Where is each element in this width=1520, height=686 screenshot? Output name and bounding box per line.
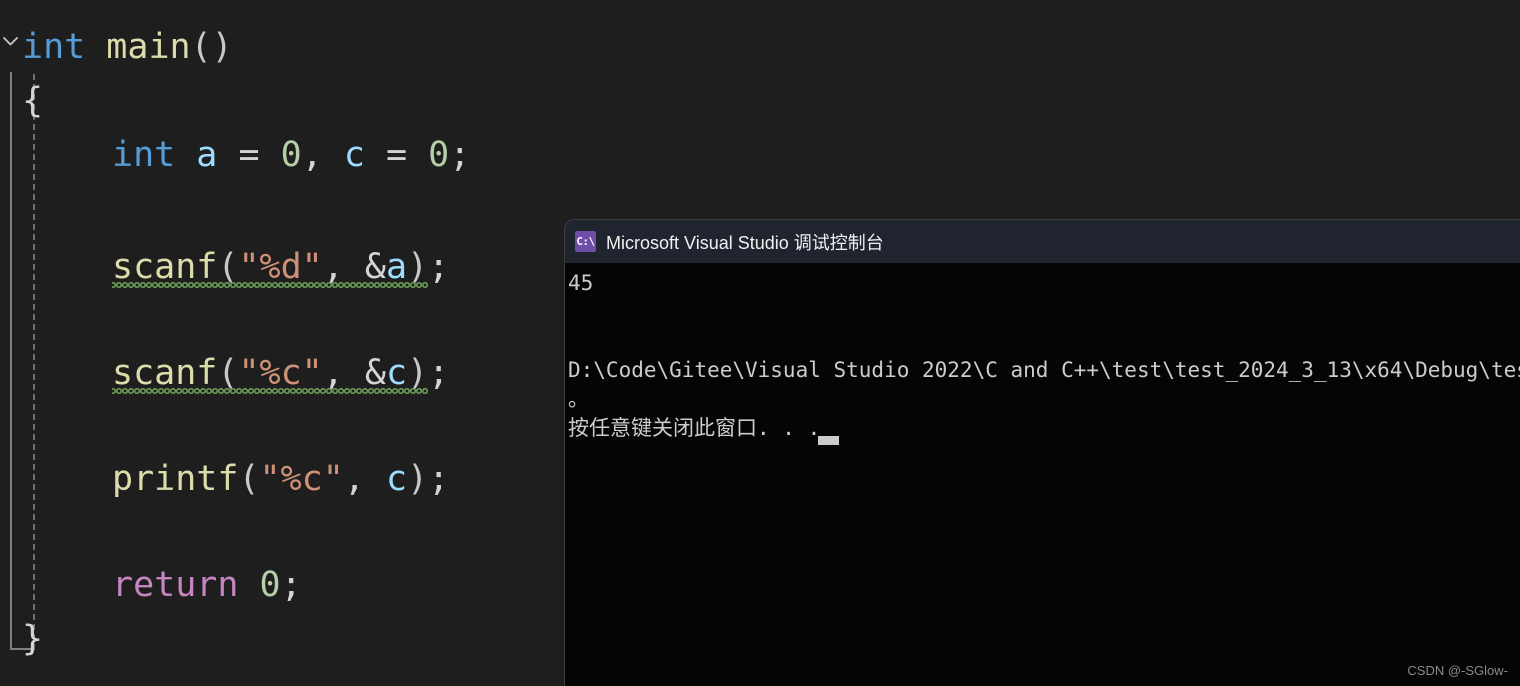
- code-token: c: [385, 353, 408, 393]
- code-token: "%c": [238, 353, 323, 393]
- code-tokens: int main(): [22, 27, 233, 67]
- code-token: scanf: [112, 247, 218, 287]
- code-token: (: [238, 459, 260, 499]
- console-icon-glyph: C:\: [576, 235, 595, 248]
- code-token: (): [190, 27, 233, 67]
- code-line[interactable]: return 0;: [0, 556, 302, 614]
- code-tokens: {: [22, 81, 43, 121]
- code-token: 0: [259, 565, 281, 605]
- console-title: Microsoft Visual Studio 调试控制台: [606, 232, 884, 253]
- code-token: a: [385, 247, 408, 287]
- code-tokens: }: [22, 619, 43, 659]
- code-token: =: [217, 135, 281, 175]
- code-token: ;: [449, 135, 471, 175]
- code-token: ;: [280, 565, 302, 605]
- code-line[interactable]: scanf("%c", &c);: [0, 344, 449, 402]
- code-token: ;: [428, 459, 450, 499]
- code-tokens: int a = 0, c = 0;: [112, 135, 470, 175]
- code-token: main: [106, 27, 191, 67]
- code-token: &: [364, 353, 386, 393]
- code-token: ,: [322, 247, 365, 287]
- code-token: 0: [280, 135, 302, 175]
- code-token: 0: [428, 135, 450, 175]
- watermark: CSDN @-SGlow-: [1407, 663, 1508, 678]
- code-line[interactable]: }: [0, 610, 43, 668]
- code-token: a: [196, 135, 218, 175]
- code-token: int: [22, 27, 86, 67]
- code-token: printf: [112, 459, 239, 499]
- console-titlebar[interactable]: C:\ Microsoft Visual Studio 调试控制台: [565, 220, 1520, 263]
- console-app-icon: C:\: [575, 231, 596, 252]
- code-token: &: [364, 247, 386, 287]
- code-line[interactable]: int main(): [0, 18, 233, 76]
- code-token: ;: [428, 247, 450, 287]
- console-line: 45: [568, 271, 594, 295]
- code-line[interactable]: printf("%c", c);: [0, 450, 449, 508]
- code-token: =: [364, 135, 429, 175]
- code-line[interactable]: {: [0, 72, 43, 130]
- code-token: "%d": [238, 247, 323, 287]
- code-tokens: return 0;: [112, 565, 302, 605]
- code-token: ): [407, 353, 429, 393]
- code-token: {: [22, 81, 44, 121]
- code-token: c: [385, 459, 408, 499]
- code-tokens: printf("%c", c);: [112, 459, 449, 499]
- error-squiggle: scanf("%d", &a): [112, 238, 429, 296]
- code-token: ): [407, 459, 429, 499]
- screenshot-root: int main(){int a = 0, c = 0; scanf("%d", …: [0, 0, 1520, 686]
- code-token: scanf: [112, 353, 218, 393]
- code-token: return: [112, 565, 239, 605]
- code-line[interactable]: scanf("%d", &a);: [0, 238, 449, 296]
- code-token: ,: [343, 459, 386, 499]
- code-token: (: [217, 353, 239, 393]
- code-token: ;: [428, 353, 450, 393]
- code-token: ,: [322, 353, 365, 393]
- code-line[interactable]: int a = 0, c = 0;: [0, 126, 470, 184]
- code-token: ): [407, 247, 429, 287]
- code-token: int: [112, 135, 176, 175]
- code-token: }: [22, 619, 44, 659]
- error-squiggle: scanf("%c", &c): [112, 344, 429, 402]
- code-token: c: [343, 135, 365, 175]
- code-token: (: [217, 247, 239, 287]
- console-output-area[interactable]: 45 D:\Code\Gitee\Visual Studio 2022\C and…: [565, 263, 1520, 686]
- console-line: 按任意键关闭此窗口. . .: [568, 416, 821, 440]
- debug-console-window[interactable]: C:\ Microsoft Visual Studio 调试控制台 45 D:\C…: [565, 220, 1520, 686]
- console-cursor: [818, 436, 839, 445]
- console-line: 。: [568, 387, 589, 411]
- code-token: "%c": [259, 459, 344, 499]
- console-line: D:\Code\Gitee\Visual Studio 2022\C and C…: [568, 358, 1520, 382]
- code-token: ,: [301, 135, 344, 175]
